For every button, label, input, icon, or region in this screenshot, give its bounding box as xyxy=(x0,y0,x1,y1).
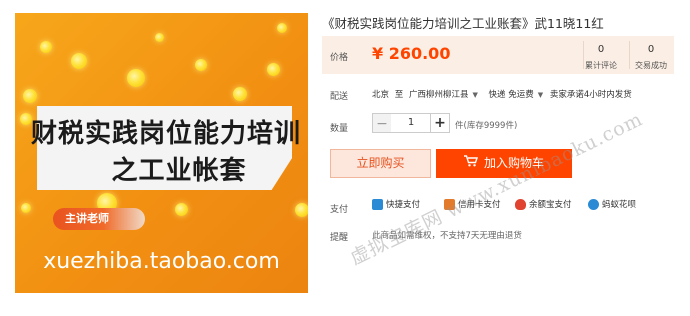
ship-method: 快递 免运费 xyxy=(488,90,534,100)
chevron-down-icon: ▼ xyxy=(472,91,478,99)
payment-huabei: 蚂蚁花呗 xyxy=(588,198,636,212)
quantity-label: 数量 xyxy=(330,124,349,134)
product-image[interactable]: 财税实践岗位能力培训 之工业帐套 主讲老师 xuezhiba.taobao.co… xyxy=(15,13,308,293)
ship-promise: 卖家承诺4小时内发货 xyxy=(549,90,632,100)
buy-now-button[interactable]: 立即购买 xyxy=(330,149,431,178)
review-count-label[interactable]: 累计评论 xyxy=(577,60,625,71)
decor-dot xyxy=(40,41,52,53)
sales-count-label[interactable]: 交易成功 xyxy=(627,60,675,71)
decor-dot xyxy=(267,63,280,76)
quantity-input[interactable]: 1 xyxy=(391,113,431,133)
quantity-decrease-button[interactable]: − xyxy=(372,113,392,133)
price-value: ¥ 260.00 xyxy=(372,44,451,63)
payment-label: 支付 xyxy=(330,205,349,215)
quick-pay-icon xyxy=(372,199,383,210)
ship-destination: 广西柳州柳江县 xyxy=(408,90,469,100)
decor-dot xyxy=(23,89,37,103)
price-label: 价格 xyxy=(330,53,349,63)
decor-dot xyxy=(127,69,145,87)
huabei-icon xyxy=(588,199,599,210)
review-count: 0 xyxy=(597,44,605,55)
decor-dot xyxy=(277,23,287,33)
sales-count: 0 xyxy=(647,44,655,55)
decor-dot xyxy=(71,53,87,69)
payment-yuebao-label: 余额宝支付 xyxy=(529,200,572,210)
quantity-increase-button[interactable]: + xyxy=(430,113,450,133)
payment-quick: 快捷支付 xyxy=(372,198,420,212)
stock-info: 件(库存9999件) xyxy=(455,121,518,131)
product-title: 《财税实践岗位能力培训之工业账套》武11晓11红 xyxy=(322,16,604,31)
payment-yuebao: 余额宝支付 xyxy=(515,198,572,212)
decor-dot xyxy=(21,203,31,213)
headline-line1: 财税实践岗位能力培训 xyxy=(31,119,302,149)
decor-dot xyxy=(155,33,164,42)
money-bag-icon xyxy=(515,199,526,210)
shipping-info: 北京 至 广西柳州柳江县 ▼ 快递 免运费 ▼ 卖家承诺4小时内发货 xyxy=(372,88,632,100)
shipping-label: 配送 xyxy=(330,92,349,102)
ship-method-select[interactable]: 快递 免运费 ▼ xyxy=(489,90,548,100)
teacher-tag: 主讲老师 xyxy=(53,208,145,230)
decor-dot xyxy=(175,203,188,216)
payment-huabei-label: 蚂蚁花呗 xyxy=(602,200,637,210)
headline-line2: 之工业帐套 xyxy=(111,156,247,186)
ship-destination-select[interactable]: 广西柳州柳江县 ▼ xyxy=(409,90,482,100)
chevron-down-icon: ▼ xyxy=(537,91,544,99)
ship-from: 北京 xyxy=(372,90,390,100)
payment-quick-label: 快捷支付 xyxy=(386,200,421,210)
decor-dot xyxy=(195,59,207,71)
decor-dot xyxy=(295,203,308,217)
shop-url-watermark: xuezhiba.taobao.com xyxy=(43,249,280,274)
decor-dot xyxy=(233,87,247,101)
hint-label: 提醒 xyxy=(330,233,349,243)
ship-to-word: 至 xyxy=(394,90,404,100)
cart-icon xyxy=(463,149,478,178)
